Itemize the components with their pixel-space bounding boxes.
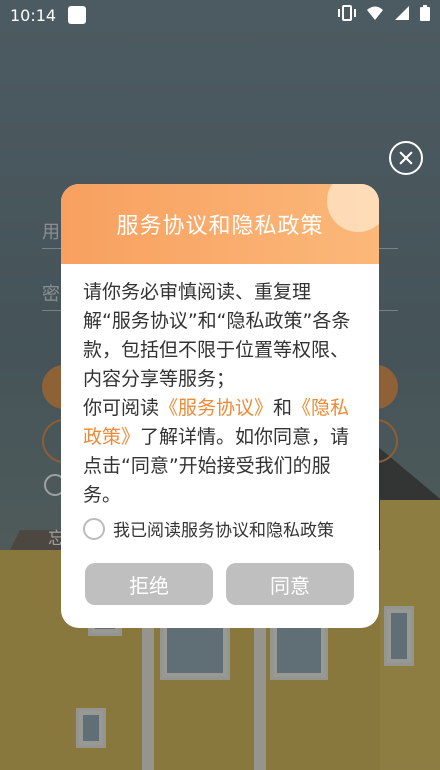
status-icons [338,5,430,25]
reject-button[interactable]: 拒绝 [85,563,213,605]
close-icon[interactable] [389,141,423,175]
notification-icon [68,6,87,24]
body-read-prefix: 你可阅读 [83,397,160,419]
battery-icon [420,5,430,25]
signal-icon [394,5,410,25]
header-decoration [327,184,379,232]
accept-button[interactable]: 同意 [226,563,354,605]
dialog-title: 服务协议和隐私政策 [116,214,324,239]
privacy-dialog: 服务协议和隐私政策 请你务必审慎阅读、重复理解“服务协议”和“隐私政策”各条款，… [61,184,379,628]
agree-label: 我已阅读服务协议和隐私政策 [113,521,334,541]
vibrate-icon [338,5,356,25]
agree-checkbox[interactable] [83,517,105,540]
dialog-header: 服务协议和隐私政策 [61,184,379,264]
agree-row[interactable]: 我已阅读服务协议和隐私政策 [83,516,334,541]
service-agreement-link[interactable]: 《服务协议》 [159,397,273,419]
and-text: 和 [273,397,293,419]
dialog-body: 请你务必审慎阅读、重复理解“服务协议”和“隐私政策”各条款，包括但不限于位置等权… [61,264,379,510]
status-bar: 10:14 [0,0,440,30]
wifi-icon [366,5,384,25]
body-intro: 请你务必审慎阅读、重复理解“服务协议”和“隐私政策”各条款，包括但不限于位置等权… [83,281,351,390]
body-read-line: 你可阅读《服务协议》和《隐私政策》了解详情。如你同意，请点击“同意”开始接受我们… [83,394,357,510]
status-time: 10:14 [10,5,57,25]
